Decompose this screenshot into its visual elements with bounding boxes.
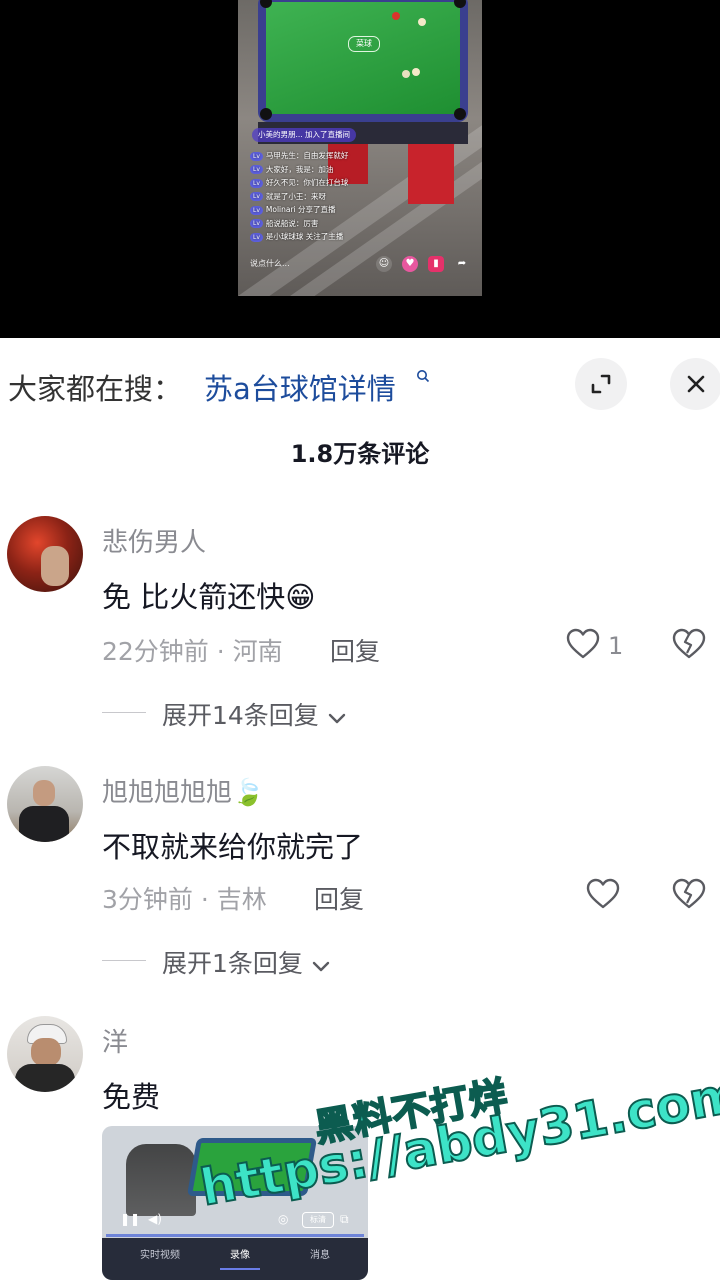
- level-badge: Lv: [250, 192, 263, 201]
- quality-pill[interactable]: 标清: [302, 1212, 334, 1228]
- chat-text: 船说船说：厉害: [265, 218, 319, 228]
- level-badge: Lv: [250, 165, 263, 174]
- expand-replies-button[interactable]: 展开1条回复: [162, 944, 331, 980]
- chat-message: Lv 好久不见：你们在打台球: [250, 176, 450, 190]
- avatar[interactable]: [7, 1016, 83, 1092]
- avatar[interactable]: [7, 516, 83, 592]
- level-badge: Lv: [250, 178, 263, 188]
- live-join-notice: 小美的男朋... 加入了直播间: [252, 128, 357, 142]
- share-icon[interactable]: ➦: [454, 256, 470, 272]
- avatar-face: [33, 780, 55, 806]
- avatar-body: [15, 1064, 75, 1092]
- chat-message: Lv 船说船说：厉害: [250, 217, 450, 231]
- chat-text: 大家好，我是：加油: [265, 164, 334, 174]
- ball: [402, 70, 410, 78]
- live-comment-input[interactable]: 说点什么...: [250, 258, 290, 269]
- chat-text: 好久不见：你们在打台球: [265, 178, 349, 187]
- pause-icon[interactable]: ❚❚: [120, 1212, 140, 1226]
- chat-message: Lv 就是了小王：来呀: [250, 190, 450, 204]
- level-badge: Lv: [250, 232, 263, 242]
- pocket: [454, 108, 466, 120]
- emoji-icon[interactable]: ☺: [376, 256, 392, 272]
- close-button[interactable]: [670, 358, 720, 410]
- avatar[interactable]: [7, 766, 83, 842]
- reply-button[interactable]: 回复: [314, 880, 364, 916]
- gift-heart-icon[interactable]: ♥: [402, 256, 418, 272]
- pool-cloth: [266, 2, 460, 114]
- tab-recording[interactable]: 录像: [230, 1246, 250, 1261]
- comment-username[interactable]: 悲伤男人: [102, 522, 206, 559]
- heart-icon[interactable]: [566, 628, 600, 660]
- chat-text: 马甲先生：自由发挥就好: [265, 151, 349, 160]
- pool-table: 菜球: [258, 0, 468, 122]
- chat-message: Lv 是小球球球 关注了主播: [250, 230, 450, 244]
- level-badge: Lv: [250, 205, 263, 215]
- volume-icon[interactable]: ◀): [148, 1212, 162, 1226]
- tab-messages[interactable]: 消息: [310, 1246, 330, 1261]
- expand-button[interactable]: [575, 358, 627, 410]
- tab-live-video[interactable]: 实时视频: [140, 1246, 180, 1261]
- chevron-down-icon: [327, 703, 347, 732]
- chat-text: 是小球球球 关注了主播: [265, 232, 344, 241]
- comment-time-location: 3分钟前 · 吉林: [102, 885, 267, 914]
- live-chat-list: Lv 马甲先生：自由发挥就好 Lv 大家好，我是：加油 Lv 好久不见：你们在打台球 …: [250, 149, 450, 244]
- heart-icon[interactable]: [586, 878, 620, 910]
- live-stream-frame[interactable]: 菜球 小美的男朋... 加入了直播间 Lv 马甲先生：自由发挥就好 Lv 大家好，我…: [238, 0, 482, 296]
- pocket: [454, 0, 466, 8]
- expand-divider: [102, 712, 146, 713]
- chat-text: Molinari 分享了直播: [265, 205, 336, 214]
- fullscreen-icon[interactable]: ⧉: [340, 1212, 349, 1227]
- close-icon: [687, 375, 705, 393]
- avatar-body: [19, 806, 69, 842]
- chat-message: Lv Molinari 分享了直播: [250, 203, 450, 217]
- avatar-face: [41, 546, 69, 586]
- expand-icon: [591, 374, 611, 394]
- search-icon: [416, 368, 430, 387]
- ball: [412, 68, 420, 76]
- avatar-face: [31, 1038, 61, 1066]
- broken-heart-icon[interactable]: [672, 878, 706, 910]
- gift-icon[interactable]: ▮: [428, 256, 444, 272]
- reply-button[interactable]: 回复: [330, 632, 380, 668]
- expand-replies-label: 展开14条回复: [162, 701, 319, 730]
- video-player[interactable]: 菜球 小美的男朋... 加入了直播间 Lv 马甲先生：自由发挥就好 Lv 大家好，我…: [0, 0, 720, 338]
- chat-message: Lv 马甲先生：自由发挥就好: [250, 149, 450, 163]
- search-prefix-label: 大家都在搜：: [8, 372, 183, 406]
- comment-time-location: 22分钟前 · 河南: [102, 637, 283, 666]
- comment-username[interactable]: 洋: [102, 1022, 128, 1059]
- chevron-down-icon: [311, 951, 331, 980]
- expand-divider: [102, 960, 146, 961]
- ball: [418, 18, 426, 26]
- suggested-search-link[interactable]: 苏a台球馆详情: [204, 366, 396, 408]
- ball: [392, 12, 400, 20]
- screenshot-icon[interactable]: ◎: [278, 1212, 288, 1226]
- comment-text: 免 比火箭还快😁: [102, 580, 316, 614]
- expand-replies-label: 展开1条回复: [162, 949, 303, 978]
- progress-bar[interactable]: [106, 1234, 364, 1237]
- like-count: 1: [608, 632, 624, 660]
- comment-count-title: 1.8万条评论: [290, 440, 430, 468]
- level-badge: Lv: [250, 219, 263, 228]
- comment-text: 免费: [102, 1080, 161, 1114]
- image-tab-bar: 实时视频 录像 消息: [102, 1238, 368, 1280]
- expand-replies-button[interactable]: 展开14条回复: [162, 696, 347, 732]
- chat-message: Lv 大家好，我是：加油: [250, 163, 450, 177]
- pocket: [260, 108, 272, 120]
- chat-text: 就是了小王：来呀: [265, 191, 326, 201]
- suggested-search-bar: 大家都在搜： 苏a台球馆详情: [0, 338, 720, 434]
- level-badge: Lv: [250, 151, 263, 161]
- live-bottom-bar: 说点什么... ☺ ♥ ▮ ➦: [248, 254, 476, 276]
- tab-indicator: [220, 1268, 260, 1270]
- broken-heart-icon[interactable]: [672, 628, 706, 660]
- comment-text: 不取就来给你就完了: [102, 830, 364, 864]
- comment-username[interactable]: 旭旭旭旭旭🍃: [102, 772, 264, 809]
- table-logo: 菜球: [348, 36, 380, 52]
